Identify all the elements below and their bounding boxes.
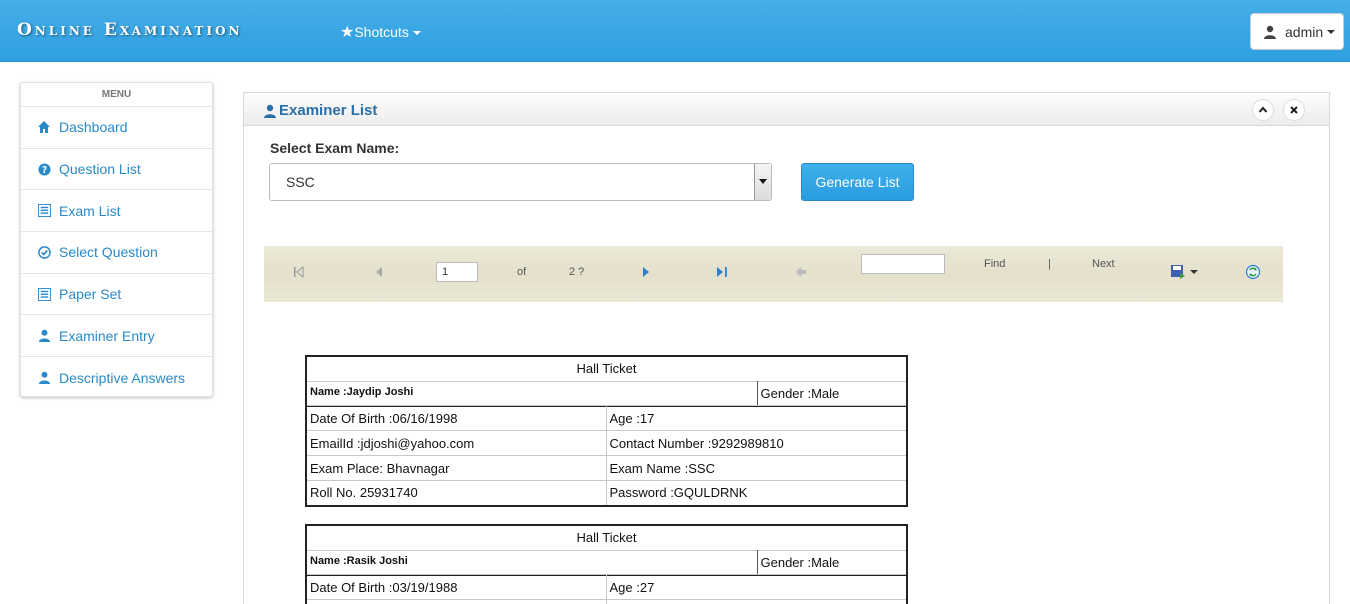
- last-page-icon: [717, 267, 727, 277]
- save-icon: [1171, 265, 1185, 279]
- examiner-list-panel: Examiner List Select Exam Name: SSC Gene…: [243, 92, 1330, 604]
- hall-ticket-title: Hall Ticket: [305, 524, 908, 551]
- home-icon: [37, 120, 51, 134]
- last-page-button[interactable]: [715, 265, 729, 279]
- candidate-gender: Gender :Male: [756, 549, 908, 576]
- sidebar-item-exam-list[interactable]: Exam List: [21, 190, 212, 233]
- caret-down-icon: [759, 179, 767, 184]
- candidate-email: EmailId :jdjoshi@yahoo.com: [305, 430, 607, 456]
- sidebar-item-dashboard[interactable]: Dashboard: [21, 107, 212, 149]
- top-navbar: Online Examination ★Shotcuts admin: [0, 0, 1350, 62]
- list-icon: [37, 287, 51, 301]
- candidate-dob: Date Of Birth :06/16/1998: [305, 405, 607, 431]
- find-text-input[interactable]: [861, 254, 945, 274]
- user-icon: [264, 104, 276, 118]
- select-exam-label: Select Exam Name:: [270, 140, 400, 156]
- close-icon: [1290, 106, 1298, 114]
- candidate-contact: Contact Number :9292989810: [605, 430, 908, 456]
- previous-page-button[interactable]: [372, 265, 386, 279]
- sidebar-item-question-list[interactable]: ? Question List: [21, 149, 212, 191]
- panel-title-text: Examiner List: [279, 102, 378, 119]
- user-icon: [37, 329, 51, 343]
- sidebar-item-label: Dashboard: [59, 119, 128, 136]
- candidate-name: Name :Rasik Joshi: [305, 549, 758, 576]
- of-label: of: [517, 266, 527, 278]
- back-arrow-icon: [796, 267, 806, 277]
- candidate-name: Name :Jaydip Joshi: [305, 380, 758, 407]
- candidate-email: [305, 599, 607, 604]
- candidate-password: Password :GQULDRNK: [605, 480, 908, 506]
- refresh-icon: [1245, 264, 1261, 280]
- first-page-button[interactable]: [292, 265, 306, 279]
- roll-number: Roll No. 25931740: [305, 480, 607, 506]
- app-brand[interactable]: Online Examination: [17, 20, 243, 40]
- hall-ticket-details: Date Of Birth :06/16/1998 Age :17 EmailId…: [305, 405, 908, 507]
- exam-place: Exam Place: Bhavnagar: [305, 455, 607, 481]
- star-icon: ★: [340, 24, 355, 41]
- sidebar-item-label: Descriptive Answers: [59, 369, 186, 386]
- total-pages: 2 ?: [569, 266, 585, 278]
- find-link[interactable]: Find: [984, 258, 1005, 270]
- generate-list-button[interactable]: Generate List: [801, 163, 914, 201]
- sidebar-item-label: Examiner Entry: [59, 327, 155, 344]
- caret-down-icon: [1327, 29, 1336, 34]
- next-page-icon: [643, 267, 649, 277]
- svg-text:?: ?: [41, 165, 46, 176]
- panel-title: Examiner List: [263, 102, 377, 119]
- sidebar-item-label: Question List: [59, 161, 141, 178]
- candidate-gender: Gender :Male: [756, 380, 908, 407]
- shortcuts-dropdown[interactable]: ★Shotcuts: [340, 22, 421, 42]
- menu-heading: MENU: [21, 83, 212, 107]
- first-page-icon: [294, 266, 304, 278]
- toolbar-separator: |: [1048, 258, 1051, 270]
- previous-page-icon: [376, 267, 382, 277]
- check-circle-icon: [37, 245, 51, 259]
- user-label: admin: [1285, 23, 1324, 40]
- next-link[interactable]: Next: [1092, 258, 1115, 270]
- report-toolbar: 1 of 2 ? Find | Next: [264, 246, 1283, 302]
- candidate-contact: [605, 599, 908, 604]
- caret-down-icon: [412, 31, 421, 36]
- export-button[interactable]: [1170, 264, 1198, 280]
- panel-header: Examiner List: [244, 93, 1329, 126]
- hall-ticket: Hall Ticket Name :Rasik Joshi Gender :Mal…: [305, 524, 908, 576]
- hall-ticket-title: Hall Ticket: [305, 355, 908, 382]
- exam-name-select[interactable]: SSC: [269, 163, 772, 201]
- hall-ticket-details: Date Of Birth :03/19/1988 Age :27: [305, 574, 908, 604]
- shortcuts-label: Shotcuts: [354, 24, 409, 40]
- selected-exam-value: SSC: [286, 174, 315, 190]
- hall-ticket: Hall Ticket Name :Jaydip Joshi Gender :Ma…: [305, 355, 908, 407]
- user-icon: [1264, 25, 1276, 39]
- candidate-age: Age :17: [605, 405, 908, 431]
- select-arrow[interactable]: [754, 164, 771, 200]
- sidebar-item-label: Select Question: [59, 244, 158, 261]
- sidebar-item-select-question[interactable]: Select Question: [21, 232, 212, 274]
- sidebar-menu: MENU Dashboard ? Question List Exam List…: [20, 82, 213, 397]
- candidate-dob: Date Of Birth :03/19/1988: [305, 574, 607, 600]
- page-number-input[interactable]: 1: [436, 262, 478, 282]
- user-icon: [37, 371, 51, 385]
- sidebar-item-paper-set[interactable]: Paper Set: [21, 274, 212, 316]
- chevron-up-icon: [1258, 106, 1268, 113]
- refresh-button[interactable]: [1245, 264, 1261, 280]
- close-panel-button[interactable]: [1283, 99, 1305, 121]
- sidebar-item-label: Paper Set: [59, 286, 122, 303]
- candidate-age: Age :27: [605, 574, 908, 600]
- next-page-button[interactable]: [639, 265, 653, 279]
- question-circle-icon: ?: [37, 162, 51, 176]
- user-menu-button[interactable]: admin: [1250, 13, 1344, 50]
- sidebar-item-examiner-entry[interactable]: Examiner Entry: [21, 315, 212, 358]
- list-icon: [37, 204, 51, 218]
- collapse-panel-button[interactable]: [1252, 99, 1274, 121]
- back-button[interactable]: [794, 265, 808, 279]
- sidebar-item-label: Exam List: [59, 202, 121, 219]
- exam-name: Exam Name :SSC: [605, 455, 908, 481]
- caret-down-icon: [1190, 270, 1198, 274]
- sidebar-item-descriptive-answers[interactable]: Descriptive Answers: [21, 357, 212, 399]
